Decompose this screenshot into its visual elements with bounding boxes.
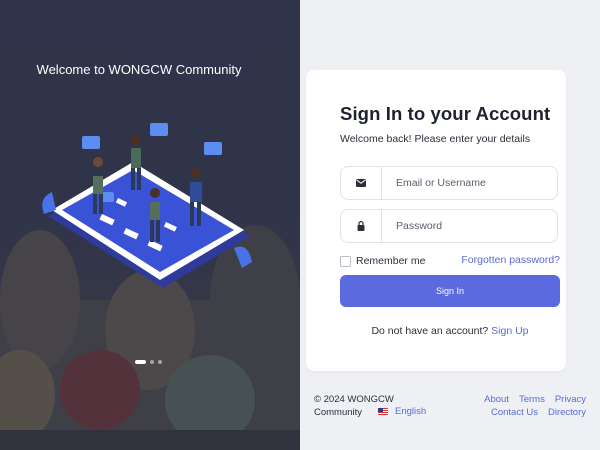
community-illustration xyxy=(42,123,252,288)
remember-me[interactable]: Remember me xyxy=(340,255,425,267)
login-card: Sign In to your Account Welcome back! Pl… xyxy=(306,70,566,371)
lock-icon xyxy=(341,210,382,242)
language-label: English xyxy=(395,406,427,417)
hero-welcome-text: Welcome to WONGCW Community xyxy=(36,62,242,77)
footer-link-contact[interactable]: Contact Us xyxy=(491,407,538,418)
footer-link-directory[interactable]: Directory xyxy=(548,407,586,418)
footer-links: About Terms Privacy Contact Us Directory xyxy=(474,393,586,419)
language-selector[interactable]: English xyxy=(378,406,426,417)
forgot-password-link[interactable]: Forgotten password? xyxy=(461,254,560,266)
login-title: Sign In to your Account xyxy=(340,103,551,124)
login-subtitle: Welcome back! Please enter your details xyxy=(340,133,531,145)
envelope-icon xyxy=(341,167,382,199)
footer-link-privacy[interactable]: Privacy xyxy=(555,394,586,405)
us-flag-icon xyxy=(378,408,388,415)
username-placeholder: Email or Username xyxy=(396,177,486,189)
remember-label: Remember me xyxy=(356,255,426,267)
signup-prompt: Do not have an account? xyxy=(371,325,489,337)
copyright-line-1: © 2024 WONGCW xyxy=(314,394,394,405)
sign-in-button[interactable]: Sign In xyxy=(340,275,560,307)
password-field[interactable]: Password xyxy=(340,209,558,243)
carousel-dot-2[interactable] xyxy=(150,360,154,364)
footer-link-about[interactable]: About xyxy=(484,394,509,405)
sign-up-link[interactable]: Sign Up xyxy=(491,325,528,337)
footer-links-row-2: Contact Us Directory xyxy=(474,406,586,419)
remember-checkbox[interactable] xyxy=(340,255,351,267)
carousel-dot-3[interactable] xyxy=(158,360,162,364)
signup-row: Do not have an account? Sign Up xyxy=(306,325,594,337)
carousel-dot-1[interactable] xyxy=(135,360,146,364)
carousel-indicators[interactable] xyxy=(135,360,162,364)
footer-link-terms[interactable]: Terms xyxy=(519,394,545,405)
password-placeholder: Password xyxy=(396,220,443,232)
username-field[interactable]: Email or Username xyxy=(340,166,558,200)
footer-links-row-1: About Terms Privacy xyxy=(474,393,586,406)
hero-panel: Welcome to WONGCW Community xyxy=(0,0,300,450)
